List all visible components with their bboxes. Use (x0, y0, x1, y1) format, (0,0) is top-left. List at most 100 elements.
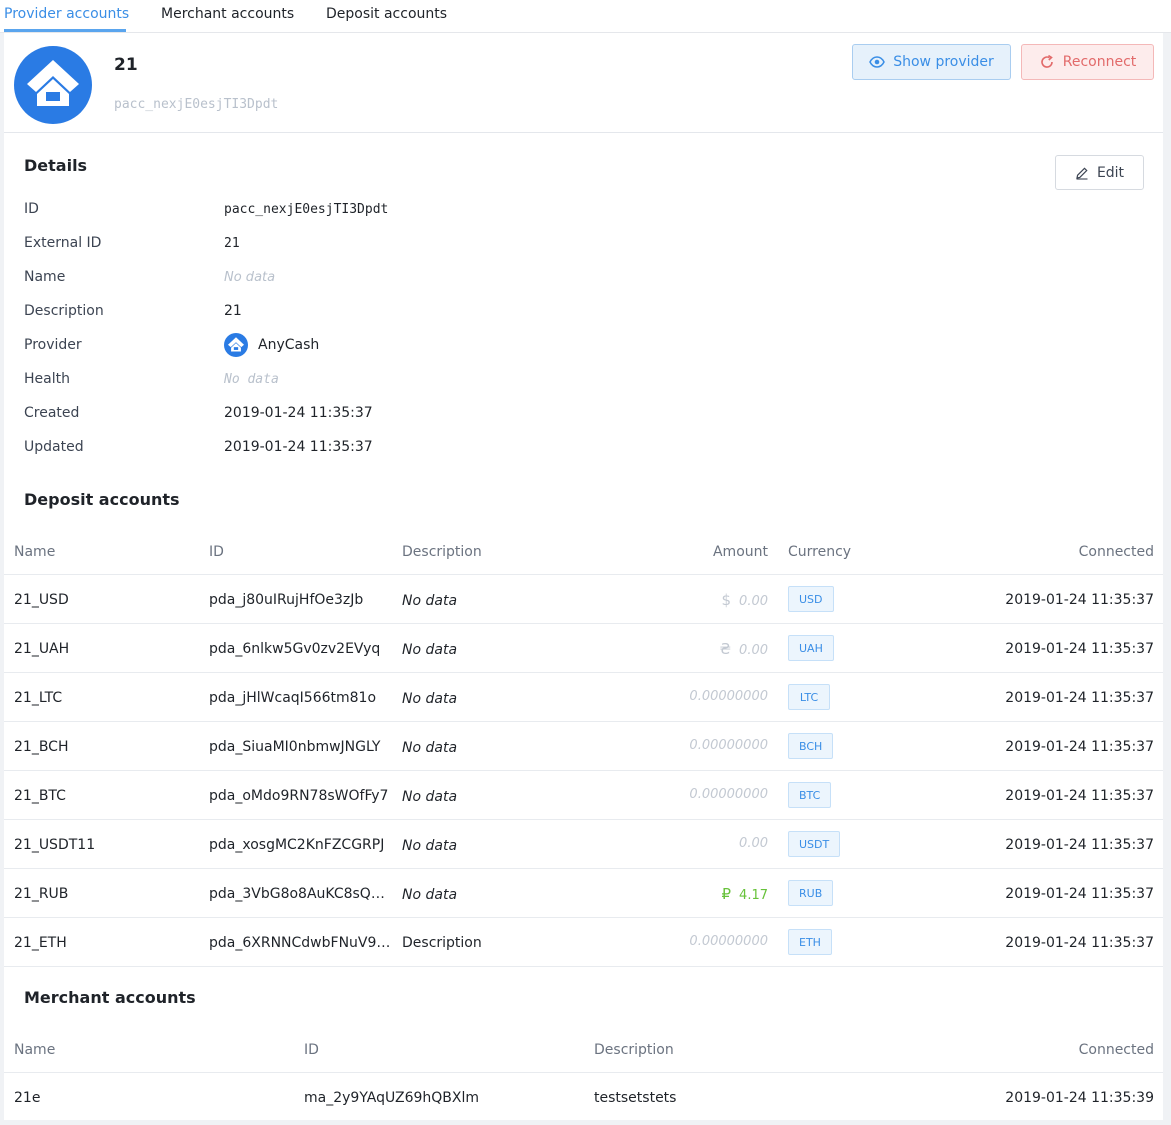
cell-amount: 0.00000000 (689, 689, 768, 704)
reconnect-label: Reconnect (1062, 54, 1137, 70)
cell-description: No data (402, 887, 458, 903)
column-header-name: Name (14, 544, 56, 560)
detail-label-updated: Updated (24, 439, 84, 455)
detail-label-health: Health (24, 371, 70, 387)
detail-value-updated: 2019-01-24 11:35:37 (224, 439, 373, 455)
cell-description: No data (402, 740, 458, 756)
currency-badge: USDT (788, 831, 841, 857)
cell-amount: $0.00 (722, 591, 769, 609)
cell-name: 21_BTC (14, 788, 66, 804)
detail-label-created: Created (24, 405, 80, 421)
cell-description: No data (402, 789, 458, 805)
amount-value: 0.00 (739, 594, 768, 609)
provider-account-page: 21 pacc_nexjE0esjTI3Dpdt Show provider R… (4, 33, 1163, 1120)
column-header-connected: Connected (1078, 544, 1154, 560)
account-header: 21 pacc_nexjE0esjTI3Dpdt Show provider R… (4, 33, 1163, 133)
row-divider (4, 819, 1163, 820)
cell-description: testsetstets (594, 1090, 677, 1106)
cell-id: pda_jHlWcaqI566tm81o (209, 690, 377, 706)
column-header-amount: Amount (712, 544, 768, 560)
cell-id: pda_3VbG8o8AuKC8sQ… (209, 886, 385, 902)
edit-button[interactable]: Edit (1055, 155, 1144, 190)
tab-provider-accounts[interactable]: Provider accounts (4, 6, 129, 22)
reconnect-button[interactable]: Reconnect (1021, 44, 1154, 80)
column-header-id: ID (304, 1042, 319, 1058)
cell-name: 21_USD (14, 592, 69, 608)
page-title: 21 (114, 55, 138, 75)
cell-description: Description (402, 935, 482, 951)
currency-badge: RUB (788, 880, 834, 906)
cell-description: No data (402, 838, 458, 854)
provider-logo-icon (14, 46, 92, 124)
reconnect-icon (1040, 54, 1053, 68)
cell-id: pda_xosgMC2KnFZCGRPJ (209, 837, 385, 853)
cell-connected: 2019-01-24 11:35:37 (1005, 935, 1154, 951)
cell-connected: 2019-01-24 11:35:37 (1005, 788, 1154, 804)
cell-connected: 2019-01-24 11:35:37 (1005, 641, 1154, 657)
cell-amount: 0.00 (739, 836, 768, 851)
tab-deposit-accounts[interactable]: Deposit accounts (326, 6, 447, 22)
detail-value-created: 2019-01-24 11:35:37 (224, 405, 373, 421)
cell-description: No data (402, 593, 458, 609)
row-divider (4, 770, 1163, 771)
cell-connected: 2019-01-24 11:35:37 (1005, 886, 1154, 902)
row-divider (4, 672, 1163, 673)
detail-label-description: Description (24, 303, 104, 319)
active-tab-indicator (4, 29, 126, 32)
detail-label-id: ID (24, 201, 39, 217)
cell-name: 21_USDT11 (14, 837, 96, 853)
detail-value-health: No data (224, 372, 279, 387)
show-provider-label: Show provider (893, 54, 994, 70)
currency-badge: ETH (788, 929, 832, 955)
pencil-icon (1076, 166, 1088, 180)
detail-label-provider: Provider (24, 337, 82, 353)
show-provider-button[interactable]: Show provider (852, 44, 1011, 80)
cell-amount: ₽4.17 (722, 885, 769, 903)
amount-value: 0.00 (739, 643, 768, 658)
cell-id: ma_2y9YAqUZ69hQBXlm (304, 1090, 480, 1106)
column-header-description: Description (402, 544, 482, 560)
cell-name: 21_RUB (14, 886, 69, 902)
detail-value-id: pacc_nexjE0esjTI3Dpdt (224, 202, 389, 217)
cell-name: 21e (14, 1090, 41, 1106)
detail-label-external-id: External ID (24, 235, 102, 251)
detail-value-external-id: 21 (224, 236, 240, 251)
account-id-subtitle: pacc_nexjE0esjTI3Dpdt (114, 97, 279, 112)
cell-id: pda_6XRNNCdwbFNuV9… (209, 935, 389, 951)
tab-merchant-accounts[interactable]: Merchant accounts (161, 6, 294, 22)
currency-badge: USD (788, 586, 834, 612)
column-header-id: ID (209, 544, 224, 560)
row-divider (4, 623, 1163, 624)
cell-id: pda_6nlkw5Gv0zv2EVyq (209, 641, 381, 657)
amount-value: 4.17 (739, 888, 768, 903)
cell-name: 21_UAH (14, 641, 70, 657)
cell-amount: 0.00000000 (689, 787, 768, 802)
cell-name: 21_LTC (14, 690, 63, 706)
row-divider (4, 917, 1163, 918)
dollar-sign-icon: $ (721, 591, 732, 609)
eye-icon (869, 56, 886, 68)
currency-badge: LTC (788, 684, 830, 710)
cell-id: pda_j80uIRujHfOe3zJb (209, 592, 364, 608)
row-divider (4, 868, 1163, 869)
cell-name: 21_BCH (14, 739, 69, 755)
cell-connected: 2019-01-24 11:35:37 (1005, 739, 1154, 755)
detail-value-provider[interactable]: AnyCash (224, 333, 319, 357)
provider-name: AnyCash (258, 337, 320, 353)
row-divider (4, 966, 1163, 967)
edit-label: Edit (1096, 164, 1125, 181)
tab-bar: Provider accounts Merchant accounts Depo… (0, 0, 1171, 33)
column-header-currency: Currency (788, 544, 852, 560)
column-header-connected: Connected (1078, 1042, 1154, 1058)
cell-connected: 2019-01-24 11:35:37 (1005, 592, 1154, 608)
cell-connected: 2019-01-24 11:35:39 (1005, 1090, 1154, 1106)
cell-connected: 2019-01-24 11:35:37 (1005, 690, 1154, 706)
cell-description: No data (402, 642, 458, 658)
detail-value-description: 21 (224, 303, 242, 319)
column-header-description: Description (594, 1042, 674, 1058)
ruble-sign-icon: ₽ (721, 885, 732, 903)
cell-amount: 0.00000000 (689, 934, 768, 949)
detail-value-name: No data (224, 270, 276, 285)
detail-label-name: Name (24, 269, 66, 285)
currency-badge: UAH (788, 635, 834, 661)
